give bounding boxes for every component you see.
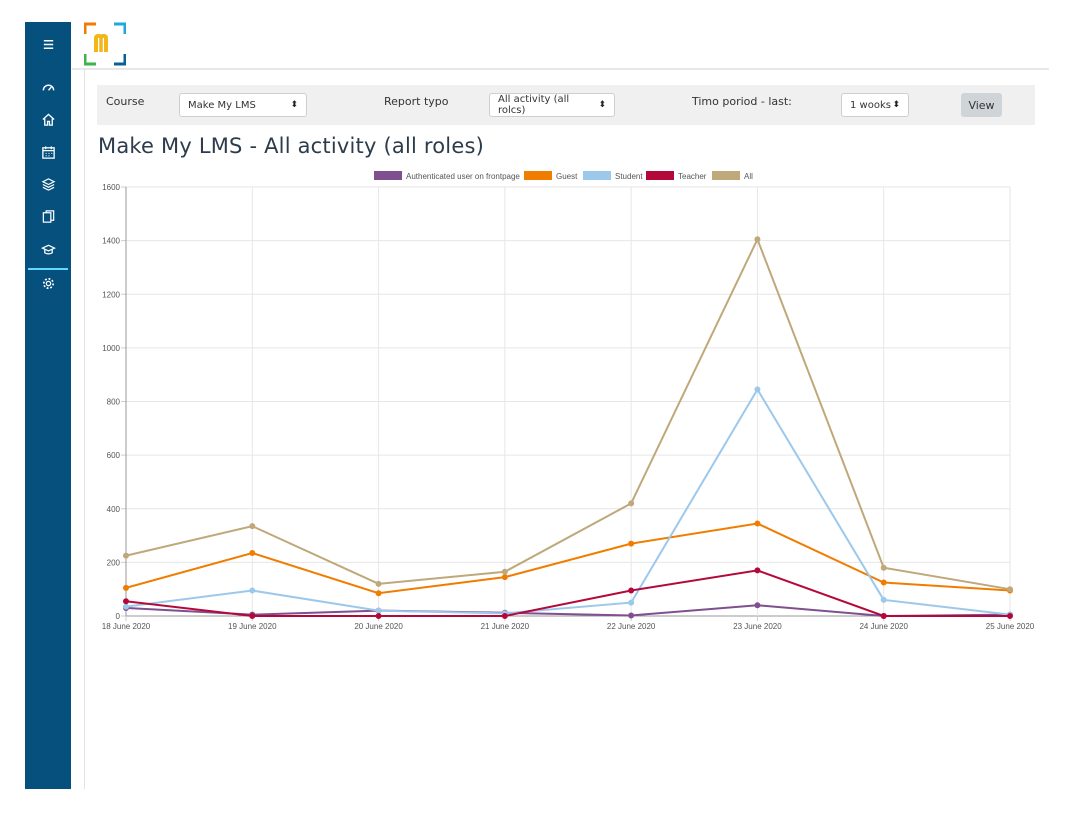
y-tick-label: 1400 [102, 237, 120, 246]
x-tick-label: 20 June 2020 [354, 622, 403, 631]
data-point [1007, 613, 1013, 619]
legend-swatch [374, 171, 402, 180]
x-tick-label: 23 June 2020 [733, 622, 782, 631]
series-line [125, 569, 1010, 617]
x-tick-label: 22 June 2020 [607, 622, 656, 631]
data-point [754, 602, 761, 609]
legend-swatch [646, 171, 674, 180]
data-point [880, 613, 887, 619]
data-point [249, 587, 256, 594]
y-tick-label: 1600 [102, 183, 120, 192]
legend-label: All [744, 172, 753, 181]
legend-swatch [583, 171, 611, 180]
x-tick-label: 25 June 2020 [986, 622, 1035, 631]
data-point [628, 587, 635, 594]
data-point [375, 613, 382, 619]
series-line [125, 522, 1011, 595]
data-point [375, 580, 382, 587]
legend-swatch [524, 171, 552, 180]
data-point [249, 613, 256, 619]
x-tick-label: 18 June 2020 [102, 622, 151, 631]
data-point [628, 540, 635, 547]
data-point [754, 236, 761, 243]
data-point [501, 574, 508, 581]
data-point [754, 520, 761, 527]
y-tick-label: 1000 [102, 344, 120, 353]
y-tick-label: 200 [107, 558, 121, 567]
legend-swatch [712, 171, 740, 180]
data-point [754, 567, 761, 574]
data-point [880, 596, 887, 603]
series-line [125, 236, 1011, 591]
data-point [375, 590, 382, 597]
y-tick-label: 600 [107, 451, 121, 460]
data-point [1007, 586, 1013, 593]
legend-label: Student [615, 172, 643, 181]
x-tick-label: 24 June 2020 [859, 622, 908, 631]
data-point [123, 598, 129, 605]
data-point [249, 549, 256, 556]
data-point [123, 584, 129, 591]
x-tick-label: 21 June 2020 [481, 622, 530, 631]
series-line [125, 387, 1011, 616]
data-point [880, 564, 887, 571]
data-point [123, 603, 129, 610]
data-point [754, 386, 761, 393]
data-point [880, 579, 887, 586]
data-point [628, 612, 635, 619]
data-point [501, 568, 508, 575]
y-tick-label: 800 [107, 398, 121, 407]
y-tick-label: 400 [107, 505, 121, 514]
data-point [123, 552, 129, 559]
legend-label: Teacher [678, 172, 707, 181]
data-point [628, 500, 635, 507]
activity-line-chart: 0 200 400 600 800 1000 1200 1400 1600 18 June 202… [102, 171, 1035, 631]
data-point [375, 607, 382, 614]
y-tick-label: 0 [116, 612, 121, 621]
data-point [249, 523, 256, 530]
y-tick-label: 1200 [102, 290, 120, 299]
data-point [628, 599, 635, 606]
legend-label: Guest [556, 172, 578, 181]
x-tick-label: 19 June 2020 [228, 622, 277, 631]
data-point [501, 613, 508, 619]
legend-label: Authenticated user on frontpage [406, 172, 520, 181]
